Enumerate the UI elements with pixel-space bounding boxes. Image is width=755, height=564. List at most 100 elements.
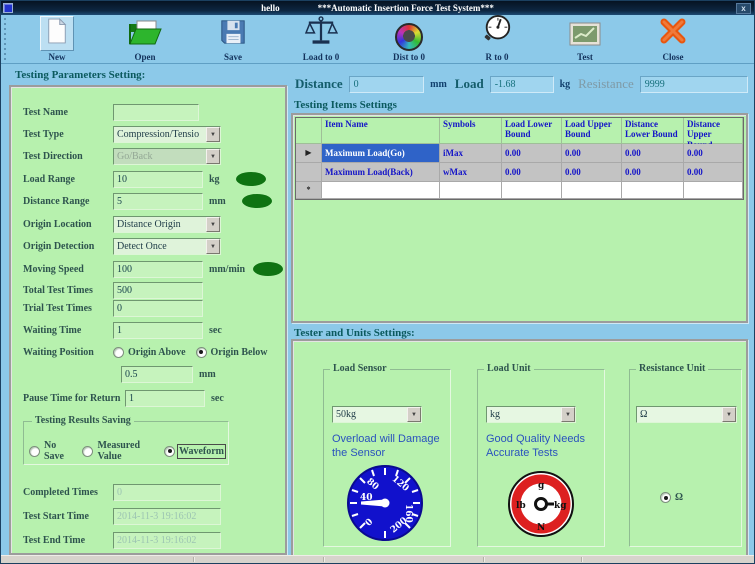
gauge-icon xyxy=(482,14,512,51)
origin-location-select[interactable]: Distance Origin ▼ xyxy=(113,216,221,233)
load-unit-note: Good Quality Needs Accurate Tests xyxy=(486,432,585,461)
column-header[interactable]: Load Lower Bound xyxy=(502,118,562,144)
waiting-time-input[interactable] xyxy=(113,322,203,339)
chevron-down-icon[interactable]: ▼ xyxy=(206,217,220,232)
resistance-unit-select[interactable]: Ω ▼ xyxy=(636,406,737,423)
waiting-offset-input[interactable] xyxy=(121,366,193,383)
no-save-radio[interactable] xyxy=(29,446,40,457)
toolbar-button-r-to-0[interactable]: R to 0 xyxy=(453,16,541,62)
trial-test-times-input[interactable] xyxy=(113,300,203,317)
table-cell-load-lower[interactable]: 0.00 xyxy=(502,144,562,163)
toolbar-button-dist-to-0[interactable]: Dist to 0 xyxy=(365,16,453,62)
chevron-down-icon[interactable]: ▼ xyxy=(561,407,575,422)
load-gauge-icon: 0 40 80 120 160 200 xyxy=(346,464,424,547)
origin-below-radio[interactable] xyxy=(196,347,207,358)
table-cell-symbol[interactable]: iMax xyxy=(440,144,502,163)
chevron-down-icon[interactable]: ▼ xyxy=(722,407,736,422)
moving-speed-label: Moving Speed xyxy=(23,264,113,275)
chevron-down-icon[interactable]: ▼ xyxy=(206,127,220,142)
pause-time-input[interactable] xyxy=(125,390,205,407)
row-selector[interactable] xyxy=(296,163,322,182)
waveform-radio[interactable] xyxy=(164,446,175,457)
unit-dial-icon: g lb kg N xyxy=(507,470,575,543)
test-name-input[interactable] xyxy=(113,104,199,121)
toolbar-button-close[interactable]: Close xyxy=(629,16,717,62)
distance-readout-unit: mm xyxy=(430,79,447,90)
table-cell-load-lower[interactable] xyxy=(502,182,562,199)
items-table-caption: Testing Items Settings xyxy=(294,99,397,111)
params-caption: Testing Parameters Setting: xyxy=(15,69,145,81)
load-range-input[interactable] xyxy=(113,171,203,188)
table-cell-symbol[interactable]: wMax xyxy=(440,163,502,182)
test-end-time-output xyxy=(113,532,221,549)
table-cell-distance-upper[interactable]: 0.00 xyxy=(684,144,743,163)
toolbar-button-label: Save xyxy=(224,52,242,62)
table-cell-distance-lower[interactable] xyxy=(622,182,684,199)
origin-location-row: Origin Location Distance Origin ▼ xyxy=(23,215,221,233)
column-header[interactable]: Symbols xyxy=(440,118,502,144)
column-header[interactable]: Distance Upper Bound xyxy=(684,118,743,144)
table-cell-item-name[interactable]: Maximum Load(Back) xyxy=(322,163,440,182)
load-sensor-caption: Load Sensor xyxy=(330,363,390,374)
resistance-readout-label: Resistance xyxy=(578,76,634,92)
toolbar-grip[interactable] xyxy=(4,18,9,60)
titlebar-title-text: ***Automatic Insertion Force Test System… xyxy=(318,3,494,13)
column-header[interactable]: Distance Lower Bound xyxy=(622,118,684,144)
moving-speed-indicator xyxy=(253,262,283,276)
waiting-offset-row: mm xyxy=(121,365,216,383)
table-cell-load-upper[interactable] xyxy=(562,182,622,199)
toolbar-button-save[interactable]: Save xyxy=(189,16,277,62)
chevron-down-icon[interactable]: ▼ xyxy=(206,239,220,254)
table-cell-load-upper[interactable]: 0.00 xyxy=(562,144,622,163)
toolbar-button-test[interactable]: Test xyxy=(541,16,629,62)
table-cell-distance-lower[interactable]: 0.00 xyxy=(622,163,684,182)
ohm-radio[interactable] xyxy=(660,492,671,503)
waiting-position-label: Waiting Position xyxy=(23,347,113,358)
load-unit-value: kg xyxy=(487,409,561,420)
table-cell-distance-upper[interactable]: 0.00 xyxy=(684,163,743,182)
test-direction-row: Test Direction Go/Back ▼ xyxy=(23,147,221,165)
test-type-label: Test Type xyxy=(23,129,113,140)
origin-above-label: Origin Above xyxy=(128,347,186,358)
close-x-icon xyxy=(658,16,688,51)
origin-detection-row: Origin Detection Detect Once ▼ xyxy=(23,237,221,255)
toolbar-button-load-to-0[interactable]: Load to 0 xyxy=(277,16,365,62)
app-window: { "window": { "title_user": "hello", "ti… xyxy=(0,0,755,564)
origin-below-label: Origin Below xyxy=(211,347,268,358)
load-sensor-value: 50kg xyxy=(333,409,407,420)
table-cell-item-name[interactable] xyxy=(322,182,440,199)
new-row-selector[interactable]: * xyxy=(296,182,322,199)
load-unit-select[interactable]: kg ▼ xyxy=(486,406,576,423)
total-test-times-label: Total Test Times xyxy=(23,285,113,296)
toolbar-button-new[interactable]: New xyxy=(13,16,101,62)
total-test-times-input[interactable] xyxy=(113,282,203,299)
column-header[interactable]: Load Upper Bound xyxy=(562,118,622,144)
table-cell-distance-upper[interactable] xyxy=(684,182,743,199)
table-cell-distance-lower[interactable]: 0.00 xyxy=(622,144,684,163)
table-cell-load-lower[interactable]: 0.00 xyxy=(502,163,562,182)
chevron-down-icon[interactable]: ▼ xyxy=(407,407,421,422)
table-cell-item-name[interactable]: Maximum Load(Go) xyxy=(322,144,440,163)
waveform-label: Waveform xyxy=(179,446,224,457)
test-type-value: Compression/Tensio xyxy=(114,129,206,140)
moving-speed-input[interactable] xyxy=(113,261,203,278)
titlebar-close-button[interactable]: x xyxy=(736,3,751,14)
row-selector[interactable]: ▶ xyxy=(296,144,322,163)
units-panel-caption: Tester and Units Settings: xyxy=(294,327,415,339)
origin-above-radio[interactable] xyxy=(113,347,124,358)
toolbar-button-open[interactable]: Open xyxy=(101,16,189,62)
resistance-unit-group: Resistance Unit Ω ▼ Ω xyxy=(629,369,742,547)
table-cell-symbol[interactable] xyxy=(440,182,502,199)
load-sensor-select[interactable]: 50kg ▼ xyxy=(332,406,422,423)
test-name-row: Test Name xyxy=(23,103,199,121)
column-header[interactable]: Item Name xyxy=(322,118,440,144)
ohm-radio-label: Ω xyxy=(675,492,683,503)
distance-range-input[interactable] xyxy=(113,193,203,210)
test-type-select[interactable]: Compression/Tensio ▼ xyxy=(113,126,221,143)
pause-time-label: Pause Time for Return xyxy=(23,393,125,404)
table-cell-load-upper[interactable]: 0.00 xyxy=(562,163,622,182)
trial-test-times-label: Trial Test Times xyxy=(23,303,113,314)
origin-detection-select[interactable]: Detect Once ▼ xyxy=(113,238,221,255)
measured-value-radio[interactable] xyxy=(82,446,93,457)
distance-range-indicator xyxy=(242,194,272,208)
